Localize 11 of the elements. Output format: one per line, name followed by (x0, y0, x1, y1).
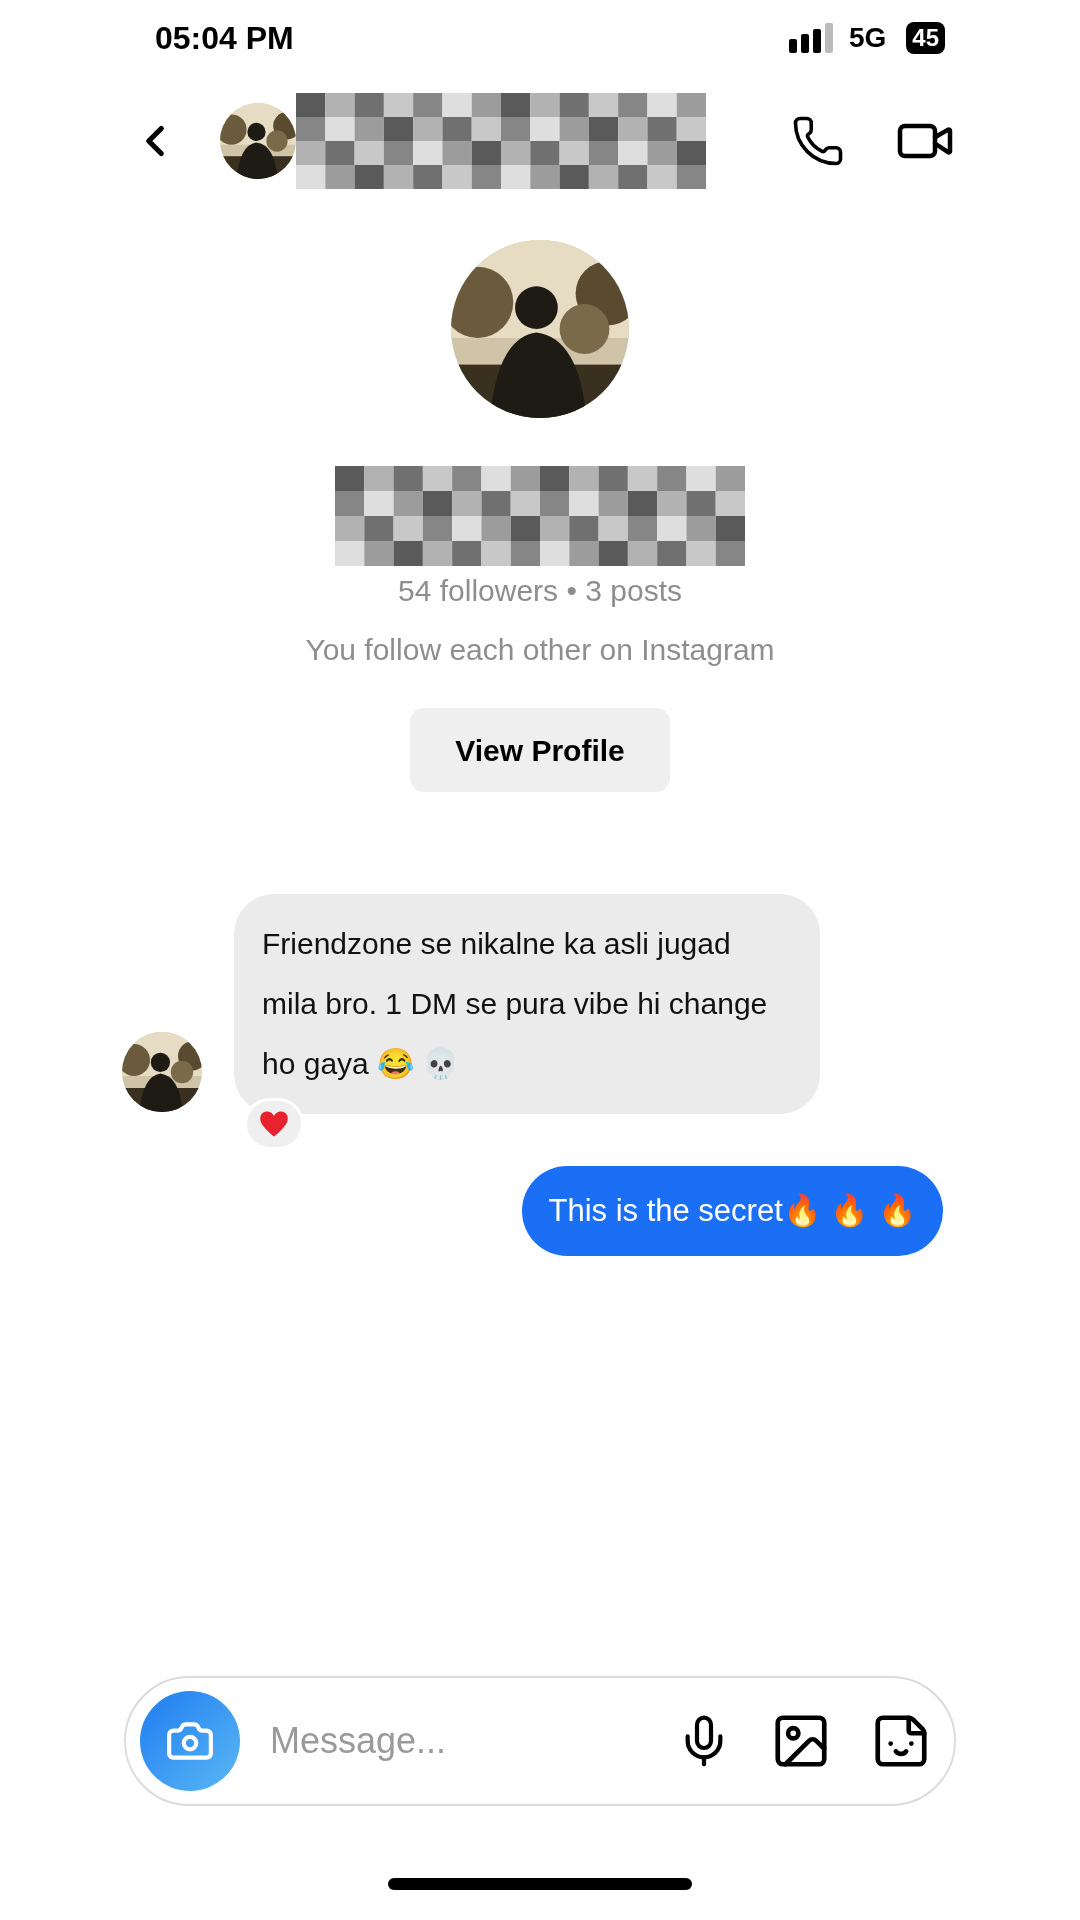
view-profile-button[interactable]: View Profile (410, 708, 670, 792)
camera-button[interactable] (140, 1691, 240, 1791)
network-label: 5G (848, 21, 887, 55)
mutual-follow-note: You follow each other on Instagram (305, 632, 775, 668)
phone-icon[interactable] (791, 114, 845, 168)
status-time: 05:04 PM (155, 19, 294, 58)
battery-indicator: 45 (906, 22, 945, 54)
sent-message: This is the secret🔥 🔥 🔥 (522, 1166, 943, 1256)
received-message: Friendzone se nikalne ka asli jugad mila bro. 1 DM se pura vibe hi change ho gaya 😂 💀 (234, 894, 820, 1114)
heart-icon (259, 1110, 289, 1138)
follower-stats: 54 followers • 3 posts (398, 573, 682, 609)
